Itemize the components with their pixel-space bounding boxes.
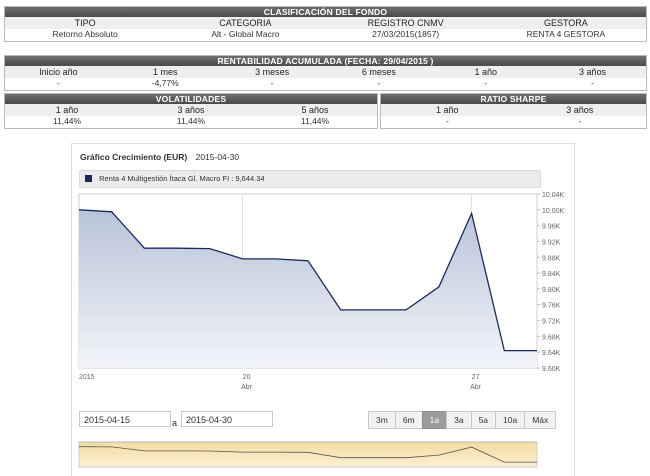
- range-button-5a[interactable]: 5a: [471, 411, 496, 429]
- x-tick-label-0: 2015: [79, 374, 95, 381]
- date-range-separator: a: [172, 418, 177, 428]
- y-tick-label-1: 9.64K: [542, 350, 561, 357]
- range-button-10a[interactable]: 10a: [495, 411, 525, 429]
- range-button-max[interactable]: Máx: [524, 411, 556, 429]
- y-tick-label-9: 9.96K: [542, 224, 561, 231]
- y-tick-label-11: 10.04K: [542, 192, 565, 199]
- range-button-6m[interactable]: 6m: [395, 411, 423, 429]
- to-date-input[interactable]: 2015-04-30: [181, 411, 273, 427]
- range-button-3m[interactable]: 3m: [368, 411, 396, 429]
- x-tick-label-2: 27: [472, 374, 480, 381]
- y-tick-label-0: 9.60K: [542, 366, 561, 373]
- x-tick-label-1: 20: [243, 374, 251, 381]
- growth-chart[interactable]: 9.60K 9.64K 9.68K 9.72K 9.76K 9.80K 9.84K 9.88K…: [0, 0, 650, 475]
- y-tick-label-8: 9.92K: [542, 239, 561, 246]
- range-selector: 3m 6m 1a 3a 5a 10a Máx: [368, 411, 555, 429]
- y-tick-label-4: 9.76K: [542, 303, 561, 310]
- range-button-3a[interactable]: 3a: [446, 411, 471, 429]
- navigator: [79, 442, 537, 467]
- from-date-input[interactable]: 2015-04-15: [79, 411, 171, 427]
- range-button-1a[interactable]: 1a: [422, 411, 447, 429]
- y-tick-label-3: 9.72K: [542, 319, 561, 326]
- x-tick-sublabel-2: Abr: [470, 384, 482, 391]
- y-tick-label-5: 9.80K: [542, 287, 561, 294]
- y-tick-label-2: 9.68K: [542, 334, 561, 341]
- y-tick-label-7: 9.88K: [542, 255, 561, 262]
- y-tick-label-10: 10.00K: [542, 208, 565, 215]
- x-tick-sublabel-1: Abr: [241, 384, 253, 391]
- y-tick-label-6: 9.84K: [542, 271, 561, 278]
